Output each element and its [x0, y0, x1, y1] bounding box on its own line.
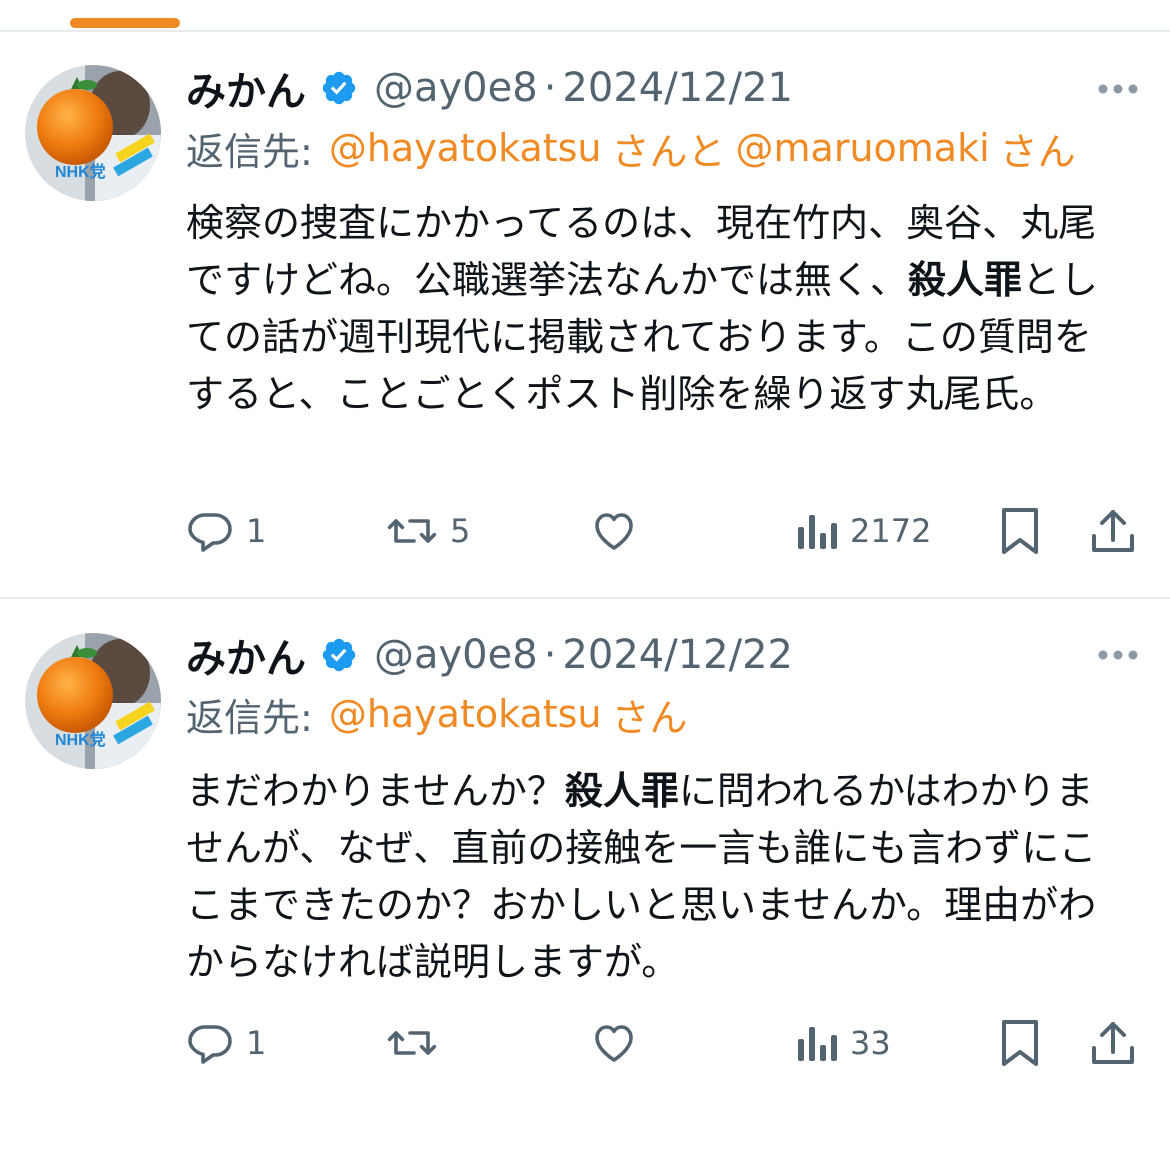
reply-mention[interactable]: @hayatokatsu	[329, 692, 602, 736]
reply-button[interactable]: 1	[186, 1018, 266, 1068]
like-button[interactable]	[590, 1018, 650, 1068]
repost-icon	[386, 1019, 438, 1067]
repost-count: 5	[450, 512, 471, 550]
like-icon	[590, 1019, 638, 1067]
reply-context: 返信先: @hayatokatsu さん	[186, 686, 688, 742]
reply-button[interactable]: 1	[186, 506, 266, 556]
active-tab-indicator	[70, 18, 180, 28]
reply-suffix: さん	[611, 695, 688, 740]
tweet-text-bold: 殺人罪	[564, 769, 679, 813]
reply-suffix: さん	[999, 129, 1076, 174]
like-icon	[590, 507, 638, 555]
more-options-icon[interactable]	[1096, 647, 1140, 661]
repost-icon	[386, 507, 438, 555]
user-handle[interactable]: @ay0e8	[374, 65, 538, 111]
views-count: 33	[850, 1024, 891, 1062]
reply-join-text: さんと	[611, 129, 726, 174]
verified-badge-icon	[320, 636, 358, 674]
avatar[interactable]: NHK党	[25, 633, 161, 769]
bookmark-button[interactable]	[998, 506, 1042, 556]
user-handle[interactable]: @ay0e8	[374, 632, 538, 678]
tweet-header: みかん @ay0e8 · 2024/12/21	[186, 58, 793, 118]
divider	[0, 30, 1170, 32]
views-button[interactable]: 2172	[796, 506, 931, 556]
views-icon	[796, 1019, 838, 1067]
share-icon	[1090, 1018, 1136, 1068]
reply-icon	[186, 507, 234, 555]
reply-mention[interactable]: @maruomaki	[736, 126, 990, 170]
reply-count: 1	[246, 1024, 267, 1062]
separator-dot: ·	[543, 65, 557, 111]
separator-dot: ·	[543, 632, 557, 678]
reply-prefix: 返信先:	[186, 129, 313, 174]
avatar-badge: NHK党	[55, 162, 106, 181]
views-count: 2172	[850, 512, 932, 550]
bookmark-icon	[998, 1018, 1042, 1068]
reply-icon	[186, 1019, 234, 1067]
tweet-header: みかん @ay0e8 · 2024/12/22	[186, 625, 793, 685]
share-button[interactable]	[1090, 1018, 1136, 1068]
tweet-text: 検察の捜査にかかってるのは、現在竹内、奥谷、丸尾ですけどね。公職選挙法なんかでは…	[186, 195, 1126, 423]
bookmark-icon	[998, 506, 1042, 556]
like-button[interactable]	[590, 506, 650, 556]
more-options-icon[interactable]	[1096, 81, 1140, 95]
tweet-text-bold: 殺人罪	[908, 258, 1023, 302]
repost-button[interactable]	[386, 1018, 450, 1068]
views-button[interactable]: 33	[796, 1018, 891, 1068]
avatar-badge: NHK党	[55, 730, 106, 749]
display-name[interactable]: みかん	[186, 59, 306, 117]
reply-mention[interactable]: @hayatokatsu	[329, 126, 602, 170]
bookmark-button[interactable]	[998, 1018, 1042, 1068]
reply-context: 返信先: @hayatokatsu さんと @maruomaki さん	[186, 120, 1076, 176]
post-date[interactable]: 2024/12/21	[562, 65, 793, 111]
tweet-text: まだわかりませんか？殺人罪に問われるかはわかりませんが、なぜ、直前の接触を一言も…	[186, 763, 1126, 991]
verified-badge-icon	[320, 69, 358, 107]
repost-button[interactable]: 5	[386, 506, 470, 556]
share-button[interactable]	[1090, 506, 1136, 556]
tweet-text-part: まだわかりませんか？	[186, 769, 565, 813]
reply-prefix: 返信先:	[186, 695, 313, 740]
avatar[interactable]: NHK党	[25, 65, 161, 201]
display-name[interactable]: みかん	[186, 626, 306, 684]
views-icon	[796, 507, 838, 555]
share-icon	[1090, 506, 1136, 556]
divider	[0, 597, 1170, 599]
reply-count: 1	[246, 512, 267, 550]
post-date[interactable]: 2024/12/22	[562, 632, 793, 678]
